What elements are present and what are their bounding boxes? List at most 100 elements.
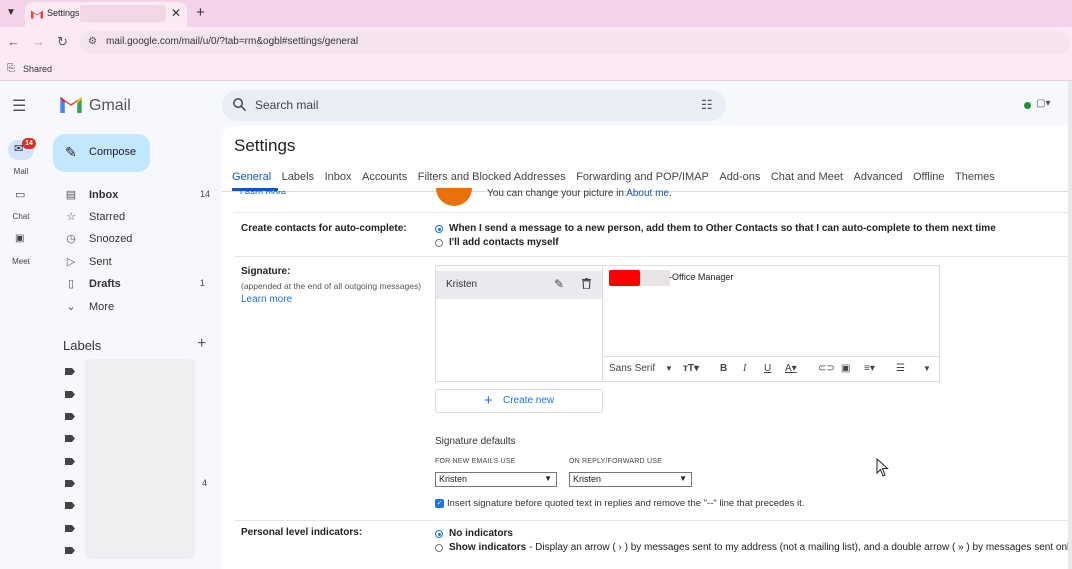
page-title: Settings bbox=[234, 136, 296, 155]
signature-setting-sub: (appended at the end of all outgoing mes… bbox=[241, 281, 422, 291]
bold-icon[interactable]: B bbox=[720, 363, 727, 374]
search-bar[interactable]: Search mail ☷ bbox=[222, 90, 726, 121]
browser-tab[interactable]: Settings - ✕ bbox=[25, 2, 187, 27]
edit-pencil-icon[interactable]: ✎ bbox=[554, 277, 564, 291]
create-label-icon[interactable]: + bbox=[197, 335, 206, 353]
signature-learn-more-link[interactable]: Learn more bbox=[241, 294, 292, 305]
inbox-icon: ▤ bbox=[65, 189, 77, 201]
row-divider bbox=[234, 256, 1072, 257]
tab-offline[interactable]: Offline bbox=[913, 171, 945, 183]
sidebar-item-label: More bbox=[89, 301, 115, 313]
font-chevron-icon[interactable]: ▼ bbox=[665, 364, 673, 373]
signature-defaults-title: Signature defaults bbox=[435, 436, 516, 447]
status-dropdown-icon[interactable]: ▢▾ bbox=[1036, 98, 1050, 109]
tab-inbox[interactable]: Inbox bbox=[325, 171, 352, 183]
link-icon[interactable]: ⊂⊃ bbox=[818, 363, 835, 374]
search-options-icon[interactable]: ☷ bbox=[701, 97, 713, 113]
rail-meet-button[interactable]: ▣ bbox=[8, 231, 34, 251]
search-input[interactable]: Search mail bbox=[255, 98, 318, 112]
sidebar-item-starred[interactable]: ☆ Starred bbox=[62, 207, 212, 227]
search-icon[interactable] bbox=[232, 97, 247, 112]
status-active-icon[interactable] bbox=[1024, 102, 1031, 109]
contacts-auto-radio[interactable] bbox=[435, 225, 443, 233]
label-unread-count: 4 bbox=[202, 478, 208, 488]
main-menu-icon[interactable]: ☰ bbox=[12, 96, 26, 116]
chevron-down-icon: ⌄ bbox=[66, 301, 76, 313]
reload-icon[interactable]: ↻ bbox=[57, 34, 68, 50]
create-new-signature-button[interactable]: + Create new bbox=[435, 389, 603, 413]
send-icon: ▷ bbox=[66, 256, 76, 268]
chevron-down-icon: ▼ bbox=[544, 474, 552, 483]
italic-icon[interactable]: I bbox=[743, 363, 746, 374]
learn-more-link-cutoff[interactable]: Learn more bbox=[240, 188, 286, 194]
label-icon[interactable] bbox=[65, 391, 75, 398]
text-color-icon[interactable]: A▾ bbox=[785, 363, 797, 374]
insert-before-checkbox[interactable]: ✓ bbox=[435, 499, 444, 508]
underline-icon[interactable]: U bbox=[764, 363, 771, 374]
label-icon[interactable] bbox=[65, 413, 75, 420]
show-indicators-label[interactable]: Show indicators - Display an arrow ( › )… bbox=[449, 542, 1069, 553]
tab-chat-meet[interactable]: Chat and Meet bbox=[771, 171, 843, 183]
numbered-list-icon[interactable]: ☰ bbox=[896, 363, 905, 374]
rail-meet-label: Meet bbox=[12, 257, 30, 266]
align-icon[interactable]: ≡▾ bbox=[864, 363, 875, 374]
rail-chat-label: Chat bbox=[12, 212, 30, 221]
image-icon[interactable]: ▣ bbox=[841, 363, 850, 374]
label-icon[interactable] bbox=[65, 368, 75, 375]
about-me-link[interactable]: About me bbox=[626, 188, 669, 199]
tab-labels[interactable]: Labels bbox=[282, 171, 314, 183]
label-icon[interactable] bbox=[65, 458, 75, 465]
create-new-label: Create new bbox=[503, 395, 555, 406]
settings-panel: Settings General Labels Inbox Accounts Filte… bbox=[222, 126, 1072, 569]
contacts-auto-label[interactable]: When I send a message to a new person, a… bbox=[449, 223, 996, 234]
forward-icon[interactable]: → bbox=[32, 34, 45, 49]
font-family-select[interactable]: Sans Serif bbox=[609, 363, 655, 374]
label-icon[interactable] bbox=[65, 502, 75, 509]
bookmark-shared[interactable]: Shared bbox=[23, 64, 52, 74]
no-indicators-radio[interactable] bbox=[435, 530, 443, 538]
tab-advanced[interactable]: Advanced bbox=[854, 171, 903, 183]
no-indicators-label[interactable]: No indicators bbox=[449, 528, 513, 539]
text-size-icon[interactable]: тT▾ bbox=[683, 363, 699, 374]
label-icon[interactable] bbox=[65, 547, 75, 554]
tab-addons[interactable]: Add-ons bbox=[719, 171, 760, 183]
app-name: Gmail bbox=[89, 97, 131, 114]
sidebar-item-snoozed[interactable]: ◷ Snoozed bbox=[62, 229, 212, 249]
tab-accounts[interactable]: Accounts bbox=[362, 171, 407, 183]
signature-item[interactable]: Kristen ✎ bbox=[436, 271, 602, 299]
reply-signature-value: Kristen bbox=[573, 474, 602, 484]
rail-chat-button[interactable]: ▭ bbox=[8, 186, 34, 206]
sidebar-item-inbox[interactable]: ▤ Inbox 14 bbox=[62, 185, 212, 205]
insert-before-label[interactable]: Insert signature before quoted text in r… bbox=[447, 498, 804, 509]
new-emails-signature-value: Kristen bbox=[439, 474, 468, 484]
new-tab-icon[interactable]: + bbox=[196, 4, 205, 21]
tab-search-chevron-icon[interactable]: ▼ bbox=[6, 7, 16, 18]
label-icon[interactable] bbox=[65, 525, 75, 532]
reply-signature-select[interactable]: Kristen ▼ bbox=[569, 472, 692, 487]
sidebar-item-more[interactable]: ⌄ More bbox=[62, 297, 212, 317]
site-settings-icon[interactable]: ⚙ bbox=[88, 36, 97, 47]
tab-general[interactable]: General bbox=[232, 171, 271, 183]
show-indicators-radio[interactable] bbox=[435, 544, 443, 552]
contacts-manual-radio[interactable] bbox=[435, 239, 443, 247]
contacts-manual-label[interactable]: I'll add contacts myself bbox=[449, 237, 559, 248]
avatar bbox=[436, 188, 472, 206]
new-emails-signature-select[interactable]: Kristen ▼ bbox=[435, 472, 557, 487]
signature-editor[interactable]: -Office Manager Sans Serif ▼ тT▾ B I U A… bbox=[603, 265, 940, 382]
back-icon[interactable]: ← bbox=[7, 34, 20, 49]
picture-hint: You can change your picture in About me. bbox=[487, 188, 672, 199]
url-bar[interactable]: ⚙ mail.google.com/mail/u/0/?tab=rm&ogbl#… bbox=[80, 31, 1070, 54]
trash-icon[interactable] bbox=[582, 278, 591, 289]
label-icon[interactable] bbox=[65, 480, 75, 487]
compose-button[interactable]: ✎ Compose bbox=[53, 134, 150, 172]
more-formatting-icon[interactable]: ▼ bbox=[923, 364, 931, 373]
sidebar-item-drafts[interactable]: ▯ Drafts 1 bbox=[62, 274, 212, 294]
tab-forwarding[interactable]: Forwarding and POP/IMAP bbox=[576, 171, 709, 183]
label-icon[interactable] bbox=[65, 435, 75, 442]
row-divider bbox=[234, 520, 1072, 521]
close-tab-icon[interactable]: ✕ bbox=[171, 6, 181, 20]
chevron-down-icon: ▼ bbox=[679, 474, 687, 483]
tab-filters[interactable]: Filters and Blocked Addresses bbox=[418, 171, 566, 183]
sidebar-item-sent[interactable]: ▷ Sent bbox=[62, 252, 212, 272]
tab-themes[interactable]: Themes bbox=[955, 171, 995, 183]
